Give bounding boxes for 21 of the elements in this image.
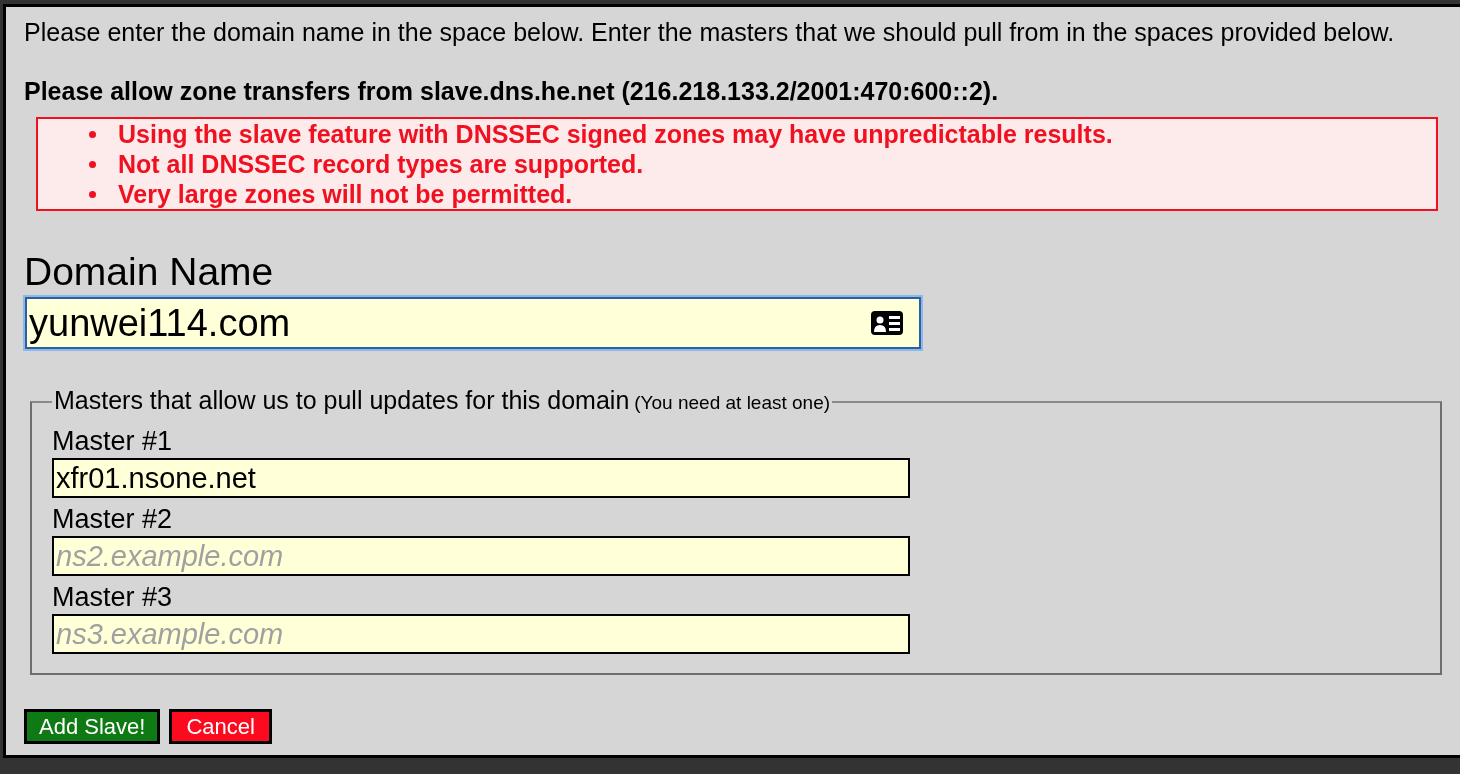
- instruction-text: Please enter the domain name in the space below. Enter the masters that we should pull from in the spaces provided below.: [24, 17, 1396, 47]
- domain-label: Domain Name: [24, 250, 274, 294]
- master-input-field[interactable]: ns2.example.com: [52, 536, 910, 576]
- add-slave-button[interactable]: Add Slave!: [24, 709, 161, 744]
- bullet-icon: [89, 160, 96, 168]
- contact-card-icon[interactable]: [871, 311, 903, 335]
- master-label: Master #2: [52, 504, 173, 534]
- master-input-field[interactable]: xfr01.nsone.net: [52, 458, 910, 498]
- domain-field[interactable]: yunwei114.com: [25, 297, 921, 349]
- warning-text: Using the slave feature with DNSSEC signed zones may have unpredictable results.: [118, 119, 1113, 149]
- fieldset-legend: Masters that allow us to pull updates for this domain: [54, 386, 630, 414]
- bullet-icon: [89, 130, 96, 138]
- legend-note: (You need at least one): [634, 392, 831, 413]
- master-input-field[interactable]: ns3.example.com: [52, 614, 910, 654]
- master-label: Master #3: [52, 582, 173, 612]
- cancel-button[interactable]: Cancel: [169, 709, 272, 744]
- bullet-icon: [89, 190, 96, 198]
- warning-text: Not all DNSSEC record types are supported.: [118, 149, 644, 179]
- notice-text: Please allow zone transfers from slave.dns.he.net (216.218.133.2/2001:470:600::2).: [24, 76, 1000, 106]
- master-label: Master #1: [52, 426, 173, 456]
- warning-text: Very large zones will not be permitted.: [118, 179, 573, 209]
